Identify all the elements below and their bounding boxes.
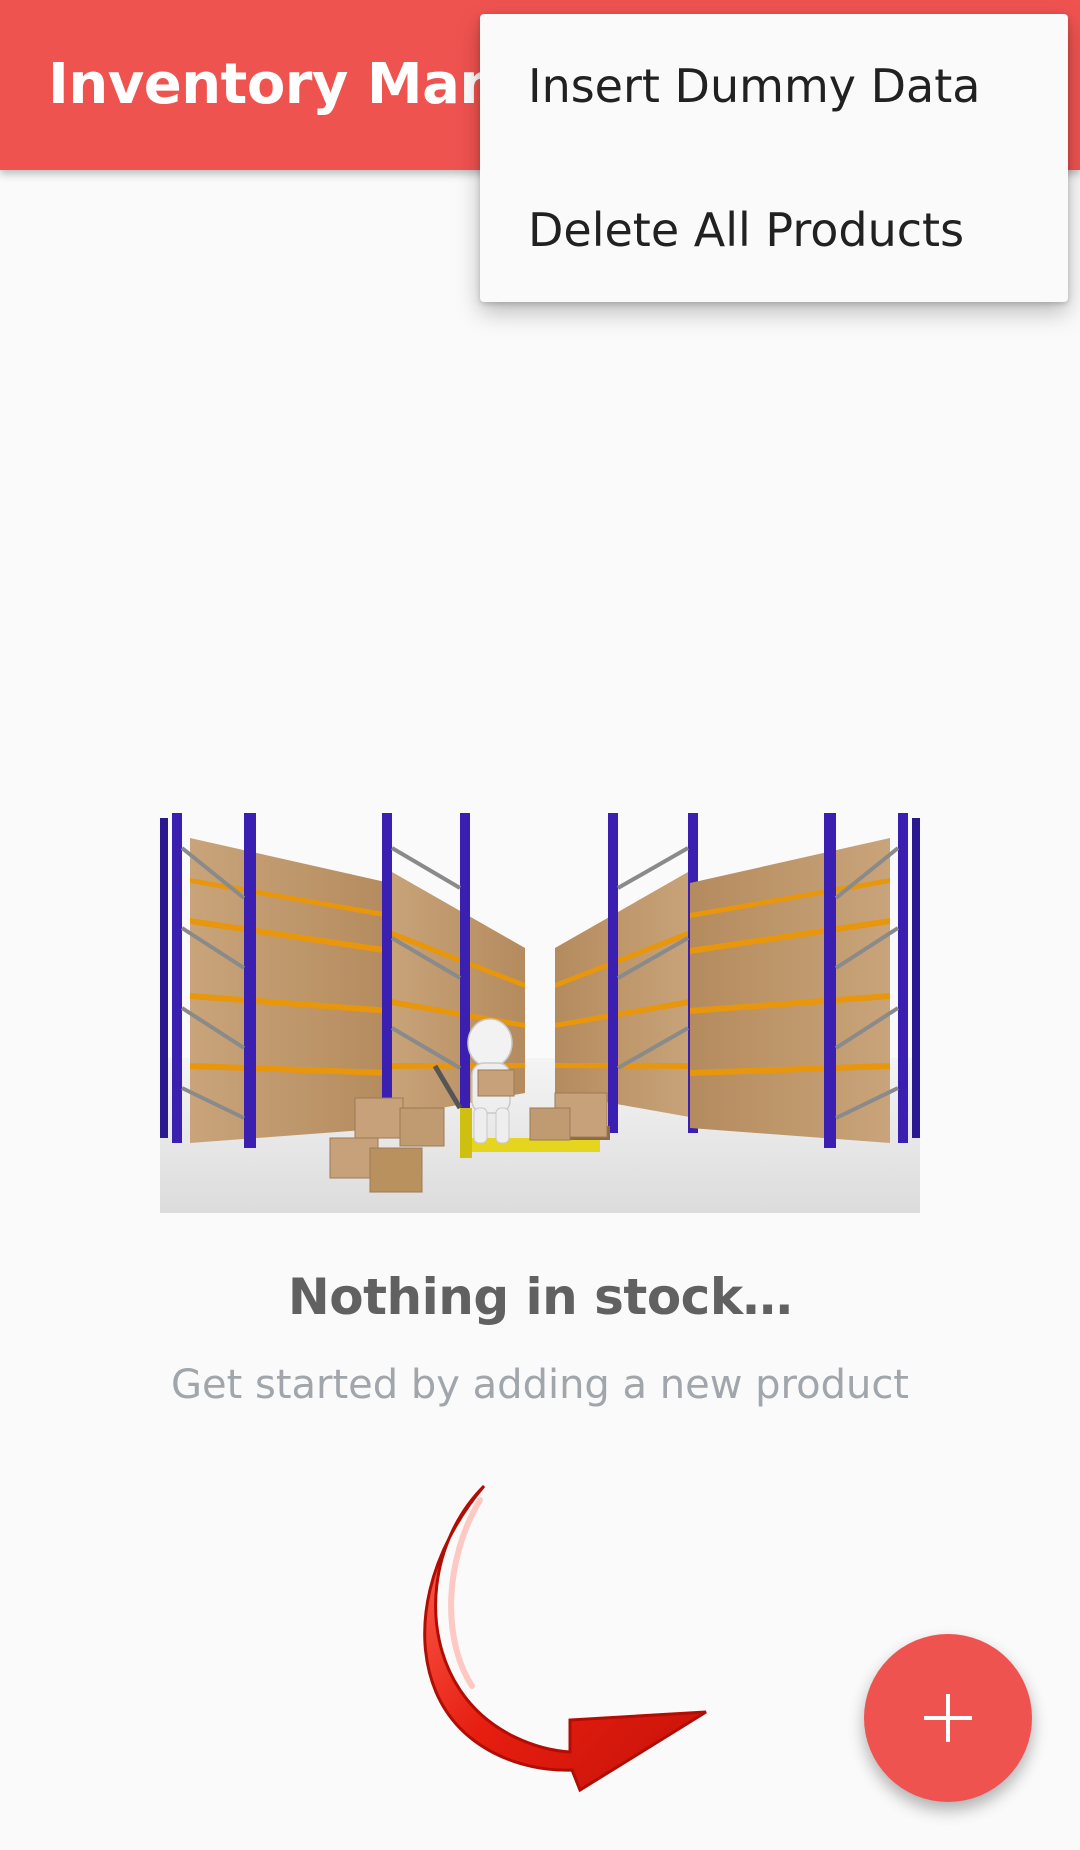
curved-arrow-icon bbox=[423, 1484, 707, 1793]
right-shelf-near bbox=[690, 813, 920, 1148]
plus-icon bbox=[924, 1694, 972, 1742]
menu-item-delete-all-products[interactable]: Delete All Products bbox=[480, 158, 1068, 302]
overflow-menu: Insert Dummy Data Delete All Products bbox=[480, 14, 1068, 302]
add-product-fab[interactable] bbox=[864, 1634, 1032, 1802]
main-screen: Inventory Management Insert Dummy Data D… bbox=[0, 0, 1080, 1850]
menu-item-insert-dummy-data[interactable]: Insert Dummy Data bbox=[480, 14, 1068, 158]
empty-state-subtitle: Get started by adding a new product bbox=[171, 1362, 909, 1408]
right-shelf-far bbox=[555, 813, 698, 1133]
warehouse-illustration bbox=[160, 813, 920, 1213]
empty-state-title: Nothing in stock… bbox=[287, 1268, 793, 1326]
